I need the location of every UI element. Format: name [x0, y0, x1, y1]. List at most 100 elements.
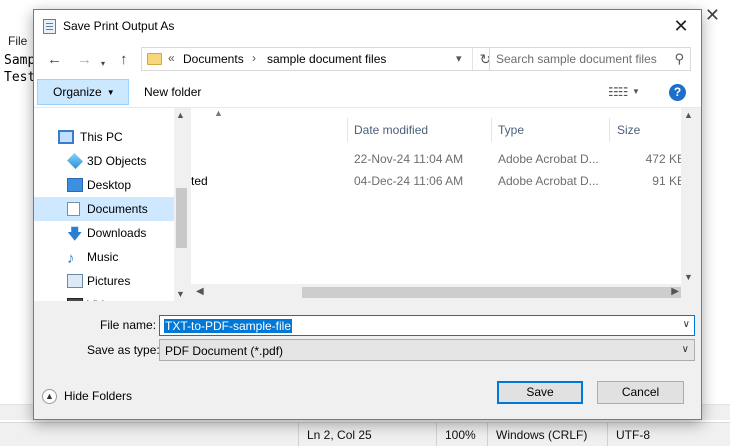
nav-item-label: Videos	[87, 293, 123, 301]
computer-icon	[58, 130, 74, 144]
notepad-menu-file[interactable]: File	[8, 34, 27, 48]
help-icon[interactable]: ?	[669, 84, 686, 101]
notepad-close-icon[interactable]: ✕	[705, 6, 720, 24]
file-row[interactable]: ted 04-Dec-24 11:06 AM Adobe Acrobat D..…	[191, 170, 685, 192]
desktop-icon	[67, 178, 83, 192]
notepad-text-area[interactable]: Samp Test	[4, 52, 35, 86]
forward-arrow-icon[interactable]: →	[77, 52, 92, 68]
view-dropdown-icon[interactable]: ▼	[632, 87, 640, 96]
nav-item-downloads[interactable]: 🡇 Downloads	[34, 221, 174, 245]
scroll-right-icon[interactable]: ▶	[671, 286, 679, 297]
command-toolbar: Organize ▼ New folder ☷☷ ▼ ?	[34, 77, 701, 108]
address-dropdown-icon[interactable]: ▾	[456, 52, 462, 65]
download-arrow-icon: 🡇	[67, 226, 83, 243]
scroll-thumb[interactable]	[302, 287, 681, 298]
nav-item-label: Music	[87, 250, 119, 264]
column-divider[interactable]	[609, 118, 610, 142]
save-as-type-select[interactable]: PDF Document (*.pdf) ∨	[159, 339, 695, 361]
column-header-type[interactable]: Type	[498, 118, 524, 142]
column-divider[interactable]	[491, 118, 492, 142]
file-size: 91 KB	[652, 174, 685, 188]
hide-folders-label: Hide Folders	[64, 389, 133, 403]
dialog-titlebar: Save Print Output As ✕	[34, 10, 701, 43]
status-cursor-position: Ln 2, Col 25	[298, 423, 436, 446]
search-icon[interactable]: ⚲	[674, 51, 684, 67]
notepad-text-line: Test	[4, 70, 36, 85]
search-input[interactable]	[490, 48, 662, 70]
nav-item-label: Downloads	[87, 226, 147, 240]
chevron-down-icon: ▼	[106, 87, 115, 97]
save-as-type-label: Save as type:	[87, 343, 160, 357]
file-name: ted	[191, 174, 208, 188]
address-row: ← → ▾ ↑ « Documents › sample document fi…	[34, 43, 701, 77]
nav-item-desktop[interactable]: Desktop	[34, 173, 174, 197]
status-zoom: 100%	[436, 423, 487, 446]
breadcrumb-separator-icon[interactable]: ›	[252, 51, 256, 65]
column-header-date-modified[interactable]: Date modified	[354, 118, 428, 142]
nav-item-label: Desktop	[87, 178, 132, 192]
cancel-button[interactable]: Cancel	[597, 381, 684, 404]
file-list: ▲ Date modified Type Size 22-Nov-24 11:0…	[191, 108, 696, 301]
back-arrow-icon[interactable]: ←	[47, 52, 62, 68]
organize-label: Organize	[53, 85, 102, 99]
nav-item-pictures[interactable]: Pictures	[34, 269, 174, 293]
file-name-field[interactable]: TXT-to-PDF-sample-file ∨	[159, 315, 695, 336]
status-line-ending: Windows (CRLF)	[487, 423, 607, 446]
chevron-down-icon[interactable]: ∨	[682, 344, 689, 355]
sort-ascending-icon: ▲	[214, 108, 223, 118]
file-name-label: File name:	[100, 318, 157, 332]
pictures-icon	[67, 274, 83, 288]
dialog-close-button[interactable]: ✕	[669, 14, 693, 38]
nav-item-label: This PC	[80, 130, 123, 144]
column-header-size[interactable]: Size	[617, 118, 640, 142]
scroll-down-icon[interactable]: ▼	[684, 272, 693, 282]
notepad-status-bar: Ln 2, Col 25 100% Windows (CRLF) UTF-8	[0, 422, 730, 446]
save-dialog: Save Print Output As ✕ ← → ▾ ↑ « Documen…	[33, 9, 702, 420]
nav-item-videos[interactable]: Videos	[34, 293, 174, 301]
scroll-down-icon[interactable]: ▼	[176, 289, 185, 299]
column-divider[interactable]	[347, 118, 348, 142]
nav-item-label: Documents	[87, 202, 148, 216]
organize-button[interactable]: Organize ▼	[37, 79, 129, 105]
file-name-input-value[interactable]: TXT-to-PDF-sample-file	[162, 318, 294, 334]
file-list-horizontal-scrollbar[interactable]: ◀ ▶	[191, 284, 681, 301]
documents-icon	[67, 202, 80, 216]
search-box[interactable]: ⚲	[489, 47, 691, 71]
film-icon	[67, 298, 83, 301]
nav-item-this-pc[interactable]: This PC	[34, 125, 174, 149]
chevron-up-icon: ▲	[42, 389, 57, 404]
notepad-app-icon	[43, 19, 56, 34]
recent-locations-chevron-icon[interactable]: ▾	[101, 56, 105, 72]
scroll-left-icon[interactable]: ◀	[196, 286, 204, 297]
status-encoding: UTF-8	[607, 423, 730, 446]
chevron-down-icon[interactable]: ∨	[683, 319, 690, 330]
scroll-thumb[interactable]	[176, 188, 187, 248]
file-date: 04-Dec-24 11:06 AM	[354, 174, 464, 188]
nav-pane-scrollbar[interactable]: ▲ ▼	[174, 108, 189, 301]
folder-icon	[147, 53, 162, 65]
scroll-up-icon[interactable]: ▲	[176, 110, 185, 120]
nav-item-3d-objects[interactable]: 3D Objects	[34, 149, 174, 173]
nav-item-music[interactable]: ♪ Music	[34, 245, 174, 269]
file-type: Adobe Acrobat D...	[498, 152, 599, 166]
save-button[interactable]: Save	[497, 381, 583, 404]
dialog-title: Save Print Output As	[63, 19, 175, 33]
new-folder-button[interactable]: New folder	[144, 85, 201, 99]
up-arrow-icon[interactable]: ↑	[120, 52, 128, 68]
breadcrumb-sample-document-files[interactable]: sample document files	[267, 52, 386, 66]
breadcrumb-documents[interactable]: Documents	[183, 52, 244, 66]
notepad-text-line: Samp	[4, 53, 36, 68]
cube-icon	[67, 153, 83, 169]
scroll-up-icon[interactable]: ▲	[684, 110, 693, 120]
file-date: 22-Nov-24 11:04 AM	[354, 152, 464, 166]
file-row[interactable]: 22-Nov-24 11:04 AM Adobe Acrobat D... 47…	[191, 148, 685, 170]
file-size: 472 KB	[645, 152, 685, 166]
address-bar[interactable]: « Documents › sample document files ▾ ↻	[141, 47, 498, 71]
nav-item-label: Pictures	[87, 274, 131, 288]
navigation-pane: This PC 3D Objects Desktop Documents 🡇 D…	[34, 108, 189, 301]
save-as-type-value: PDF Document (*.pdf)	[165, 344, 284, 358]
address-overflow-icon[interactable]: «	[168, 51, 175, 65]
file-list-vertical-scrollbar[interactable]: ▲ ▼	[681, 108, 696, 284]
view-options-icon[interactable]: ☷☷	[608, 85, 628, 99]
nav-item-documents[interactable]: Documents	[34, 197, 174, 221]
